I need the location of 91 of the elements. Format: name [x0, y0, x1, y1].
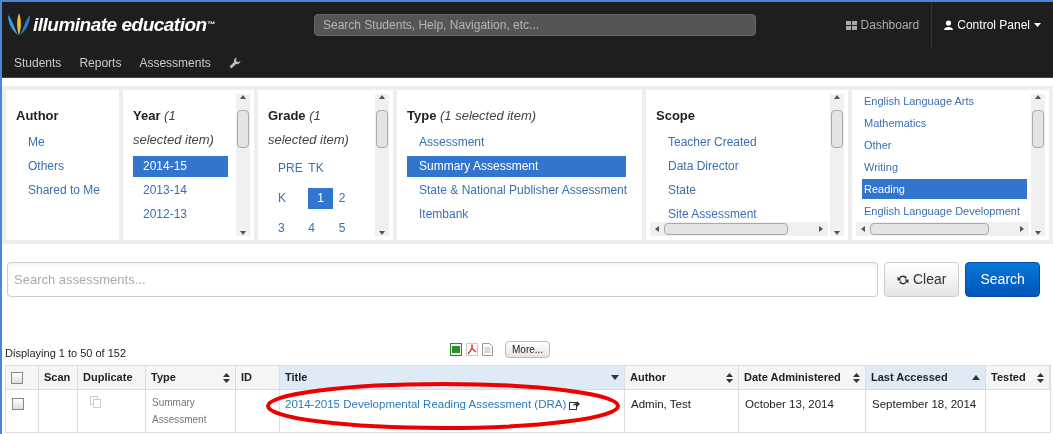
logo-text: illuminate education$^{™}$ [33, 12, 215, 37]
filter-option[interactable]: Summary Assessment [407, 156, 626, 177]
scroll-up-icon[interactable] [239, 94, 247, 100]
column-header[interactable]: Scan [39, 366, 78, 389]
more-button[interactable]: More... [505, 341, 551, 358]
scroll-down-icon[interactable] [1034, 230, 1042, 236]
scroll-up-icon[interactable] [378, 94, 386, 100]
column-header[interactable]: Tested [986, 366, 1050, 389]
filter-option[interactable]: English Language Arts [862, 91, 975, 111]
document-icon[interactable] [482, 343, 493, 356]
filter-title: Scope [655, 107, 696, 125]
filter-option[interactable]: State [668, 180, 697, 201]
scroll-right-icon[interactable] [818, 225, 824, 233]
filter-option[interactable]: Data Director [668, 156, 739, 177]
horizontal-scrollbar[interactable] [856, 222, 1029, 236]
filter-title: Author [15, 107, 60, 125]
nav-link[interactable]: Reports [79, 53, 122, 72]
scroll-right-icon[interactable] [1019, 225, 1025, 233]
filter-option[interactable]: Reading [862, 179, 1027, 199]
filter-title: Year (1 selected item) [132, 107, 215, 149]
dashboard-link[interactable]: Dashboard [833, 2, 932, 48]
filter-title: Grade (1 selected item) [267, 107, 350, 149]
logo[interactable]: illuminate education$^{™}$ [6, 10, 306, 40]
vertical-scrollbar[interactable] [1031, 94, 1045, 236]
vertical-scrollbar[interactable] [375, 94, 389, 236]
filter-option[interactable]: State & National Publisher Assessment [419, 180, 628, 201]
column-header[interactable]: Duplicate [78, 366, 146, 389]
filter-option[interactable]: English Language Development [862, 201, 1020, 221]
scroll-thumb[interactable] [870, 223, 989, 235]
checkbox[interactable] [11, 371, 23, 384]
filter-option[interactable]: Me [28, 132, 45, 153]
assessment-search-field[interactable]: Search assessments... [7, 262, 878, 297]
caret-icon [1034, 23, 1041, 27]
filter-option[interactable]: 4 [308, 218, 315, 239]
search-button[interactable]: Search [965, 262, 1040, 297]
filter-option[interactable]: Writing [862, 157, 899, 177]
results-count: Displaying 1 to 50 of 152 [5, 345, 127, 361]
wrench-icon[interactable] [228, 56, 241, 69]
scroll-left-icon[interactable] [654, 225, 660, 233]
type-cell-text: Summary Assessment [152, 396, 208, 427]
filter-option[interactable]: Shared to Me [28, 180, 101, 201]
clear-button[interactable]: Clear [884, 262, 960, 297]
filter-option[interactable]: 2014-15 [133, 156, 228, 177]
filter-option[interactable]: 2012-13 [133, 204, 188, 225]
author-cell: Admin, Test [631, 398, 691, 410]
filter-option[interactable]: Teacher Created [668, 132, 757, 153]
grid-icon [845, 20, 857, 30]
filter-option[interactable]: Other [862, 135, 892, 155]
column-header[interactable]: Last Accessed [866, 366, 986, 389]
filter-option[interactable]: 5 [338, 218, 346, 239]
filter-option[interactable]: 2 [338, 188, 346, 209]
filter-option[interactable]: Others [28, 156, 64, 177]
scroll-thumb[interactable] [237, 110, 249, 148]
filter-option[interactable]: TK [308, 158, 324, 179]
scroll-thumb[interactable] [376, 110, 388, 148]
column-header[interactable]: Author [625, 366, 739, 389]
scroll-thumb[interactable] [1032, 110, 1044, 148]
date-cell: September 18, 2014 [872, 398, 977, 410]
nav-link[interactable]: Students [14, 53, 62, 72]
filter-option[interactable]: K [278, 188, 286, 209]
filter-option[interactable]: Site Assessment [668, 204, 757, 225]
filter-option[interactable]: PRE [278, 158, 303, 179]
horizontal-scrollbar[interactable] [650, 222, 828, 236]
scroll-down-icon[interactable] [239, 230, 247, 236]
filter-option[interactable]: 1 [308, 188, 333, 209]
column-header[interactable]: Type [146, 366, 236, 389]
filter-option[interactable]: Assessment [419, 132, 485, 153]
filter-option[interactable]: 3 [278, 218, 285, 239]
spreadsheet-icon[interactable] [450, 343, 462, 356]
filter-option[interactable]: Itembank [419, 204, 469, 225]
scroll-up-icon[interactable] [833, 94, 841, 100]
filter-title: Type (1 selected item) [406, 107, 538, 125]
scroll-down-icon[interactable] [833, 230, 841, 236]
vertical-scrollbar[interactable] [830, 94, 844, 236]
leaf-logo-icon [6, 13, 32, 37]
filter-option[interactable]: Mathematics [862, 113, 927, 133]
scroll-up-icon[interactable] [1034, 94, 1042, 100]
nav-link[interactable]: Assessments [139, 53, 211, 72]
share-icon [569, 399, 581, 410]
scroll-thumb[interactable] [664, 223, 788, 235]
scroll-thumb[interactable] [831, 110, 843, 148]
refresh-icon [897, 273, 909, 286]
date-cell: October 13, 2014 [745, 398, 834, 410]
user-icon [944, 20, 954, 30]
scroll-left-icon[interactable] [860, 225, 866, 233]
checkbox[interactable] [12, 398, 24, 410]
pdf-icon[interactable] [466, 343, 478, 356]
filter-option[interactable]: 2013-14 [133, 180, 188, 201]
vertical-scrollbar[interactable] [236, 94, 250, 236]
global-search-field[interactable]: Search Students, Help, Navigation, etc... [314, 14, 756, 36]
scroll-down-icon[interactable] [378, 230, 386, 236]
